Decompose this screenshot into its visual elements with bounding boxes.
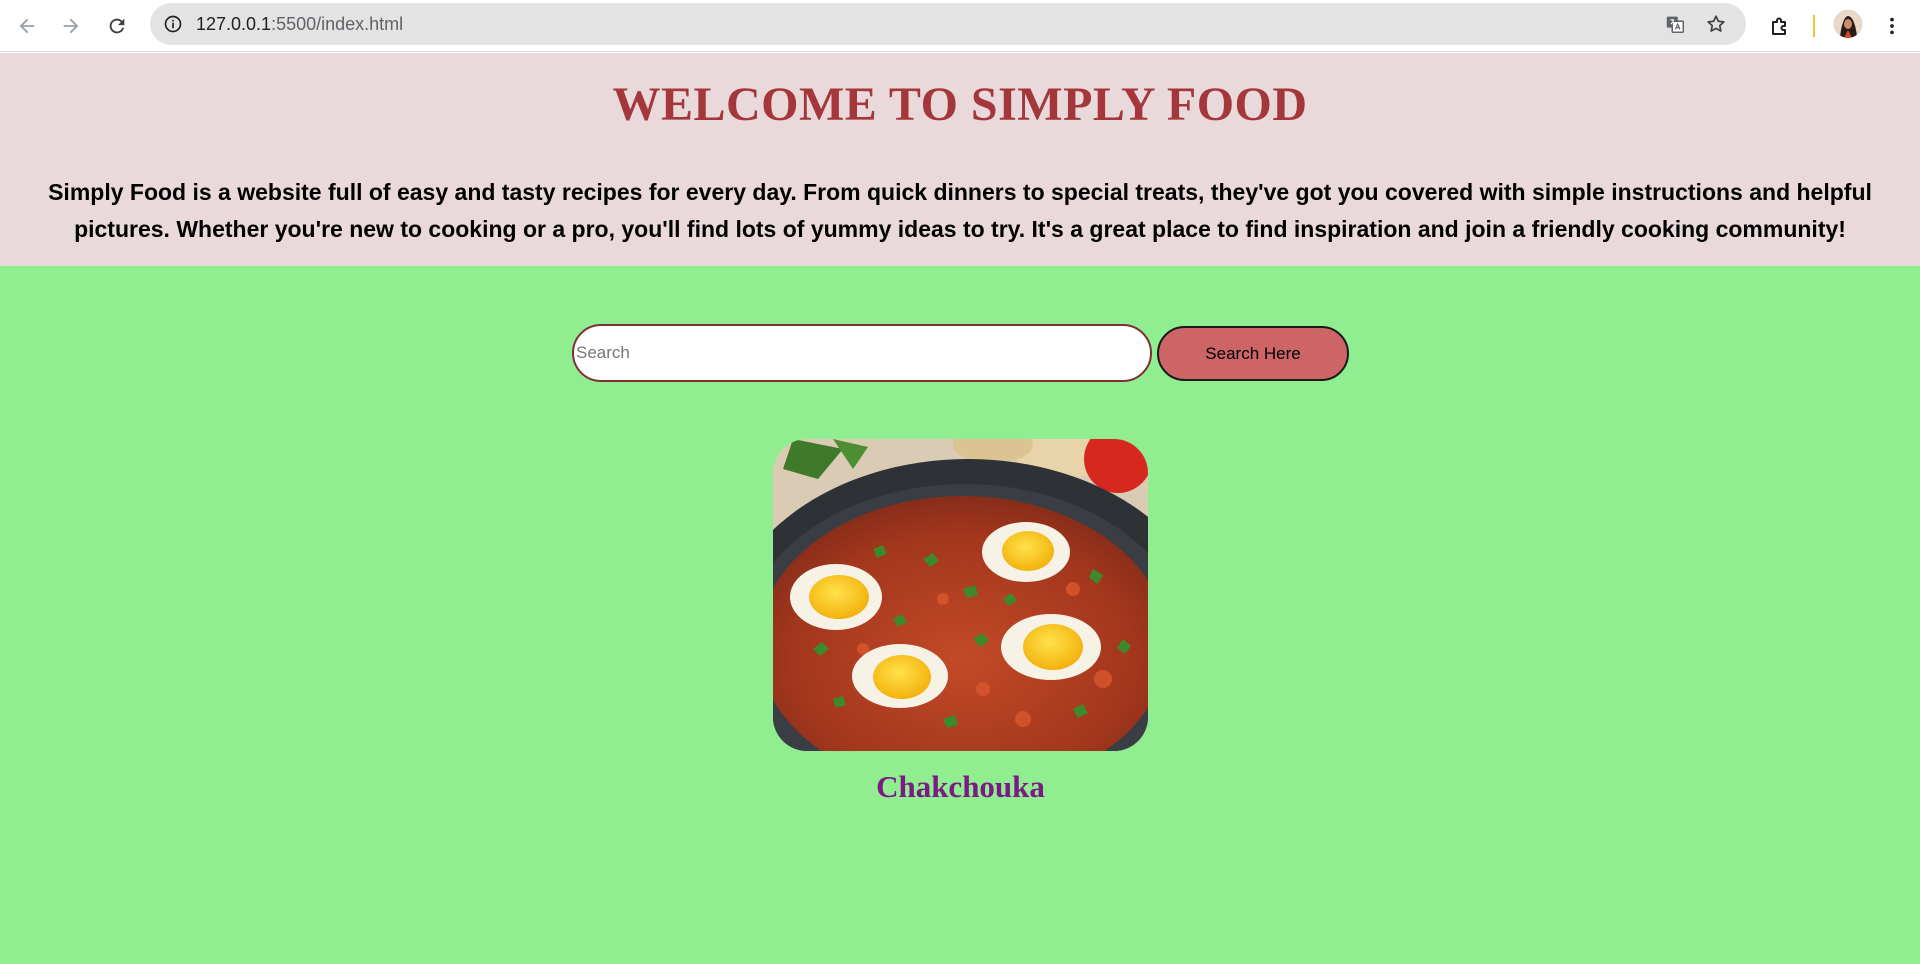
search-button[interactable]: Search Here: [1157, 326, 1349, 381]
reload-button[interactable]: [99, 8, 135, 44]
search-bar: Search Here: [572, 324, 1352, 382]
url-host: 127.0.0.1: [196, 14, 272, 34]
toolbar-divider: [1813, 15, 1815, 37]
page-body: WELCOME TO SIMPLY FOOD Simply Food is a …: [0, 53, 1920, 964]
page-title: WELCOME TO SIMPLY FOOD: [612, 78, 1308, 131]
forward-button[interactable]: [53, 8, 89, 44]
site-description: Simply Food is a website full of easy an…: [48, 179, 1872, 242]
recipe-title[interactable]: Chakchouka: [773, 769, 1148, 805]
reload-icon: [109, 18, 125, 34]
recipe-card[interactable]: Chakchouka: [773, 439, 1148, 805]
url-text[interactable]: 127.0.0.1:5500/index.html: [196, 14, 403, 35]
search-input[interactable]: [572, 324, 1152, 382]
arrow-right-icon: [63, 18, 79, 34]
star-icon[interactable]: [1703, 11, 1729, 37]
address-bar[interactable]: 127.0.0.1:5500/index.html: [150, 3, 1746, 45]
info-icon[interactable]: [160, 11, 186, 37]
translate-icon[interactable]: [1662, 11, 1688, 37]
recipe-image[interactable]: [773, 439, 1148, 751]
browser-toolbar: 127.0.0.1:5500/index.html: [0, 0, 1920, 52]
url-path: :5500/index.html: [271, 14, 404, 34]
hero-section: WELCOME TO SIMPLY FOOD Simply Food is a …: [0, 53, 1920, 266]
arrow-left-icon: [19, 18, 35, 34]
puzzle-icon[interactable]: [1762, 8, 1798, 44]
kebab-menu-icon[interactable]: [1874, 8, 1910, 44]
avatar[interactable]: [1834, 10, 1862, 38]
back-button[interactable]: [9, 8, 45, 44]
